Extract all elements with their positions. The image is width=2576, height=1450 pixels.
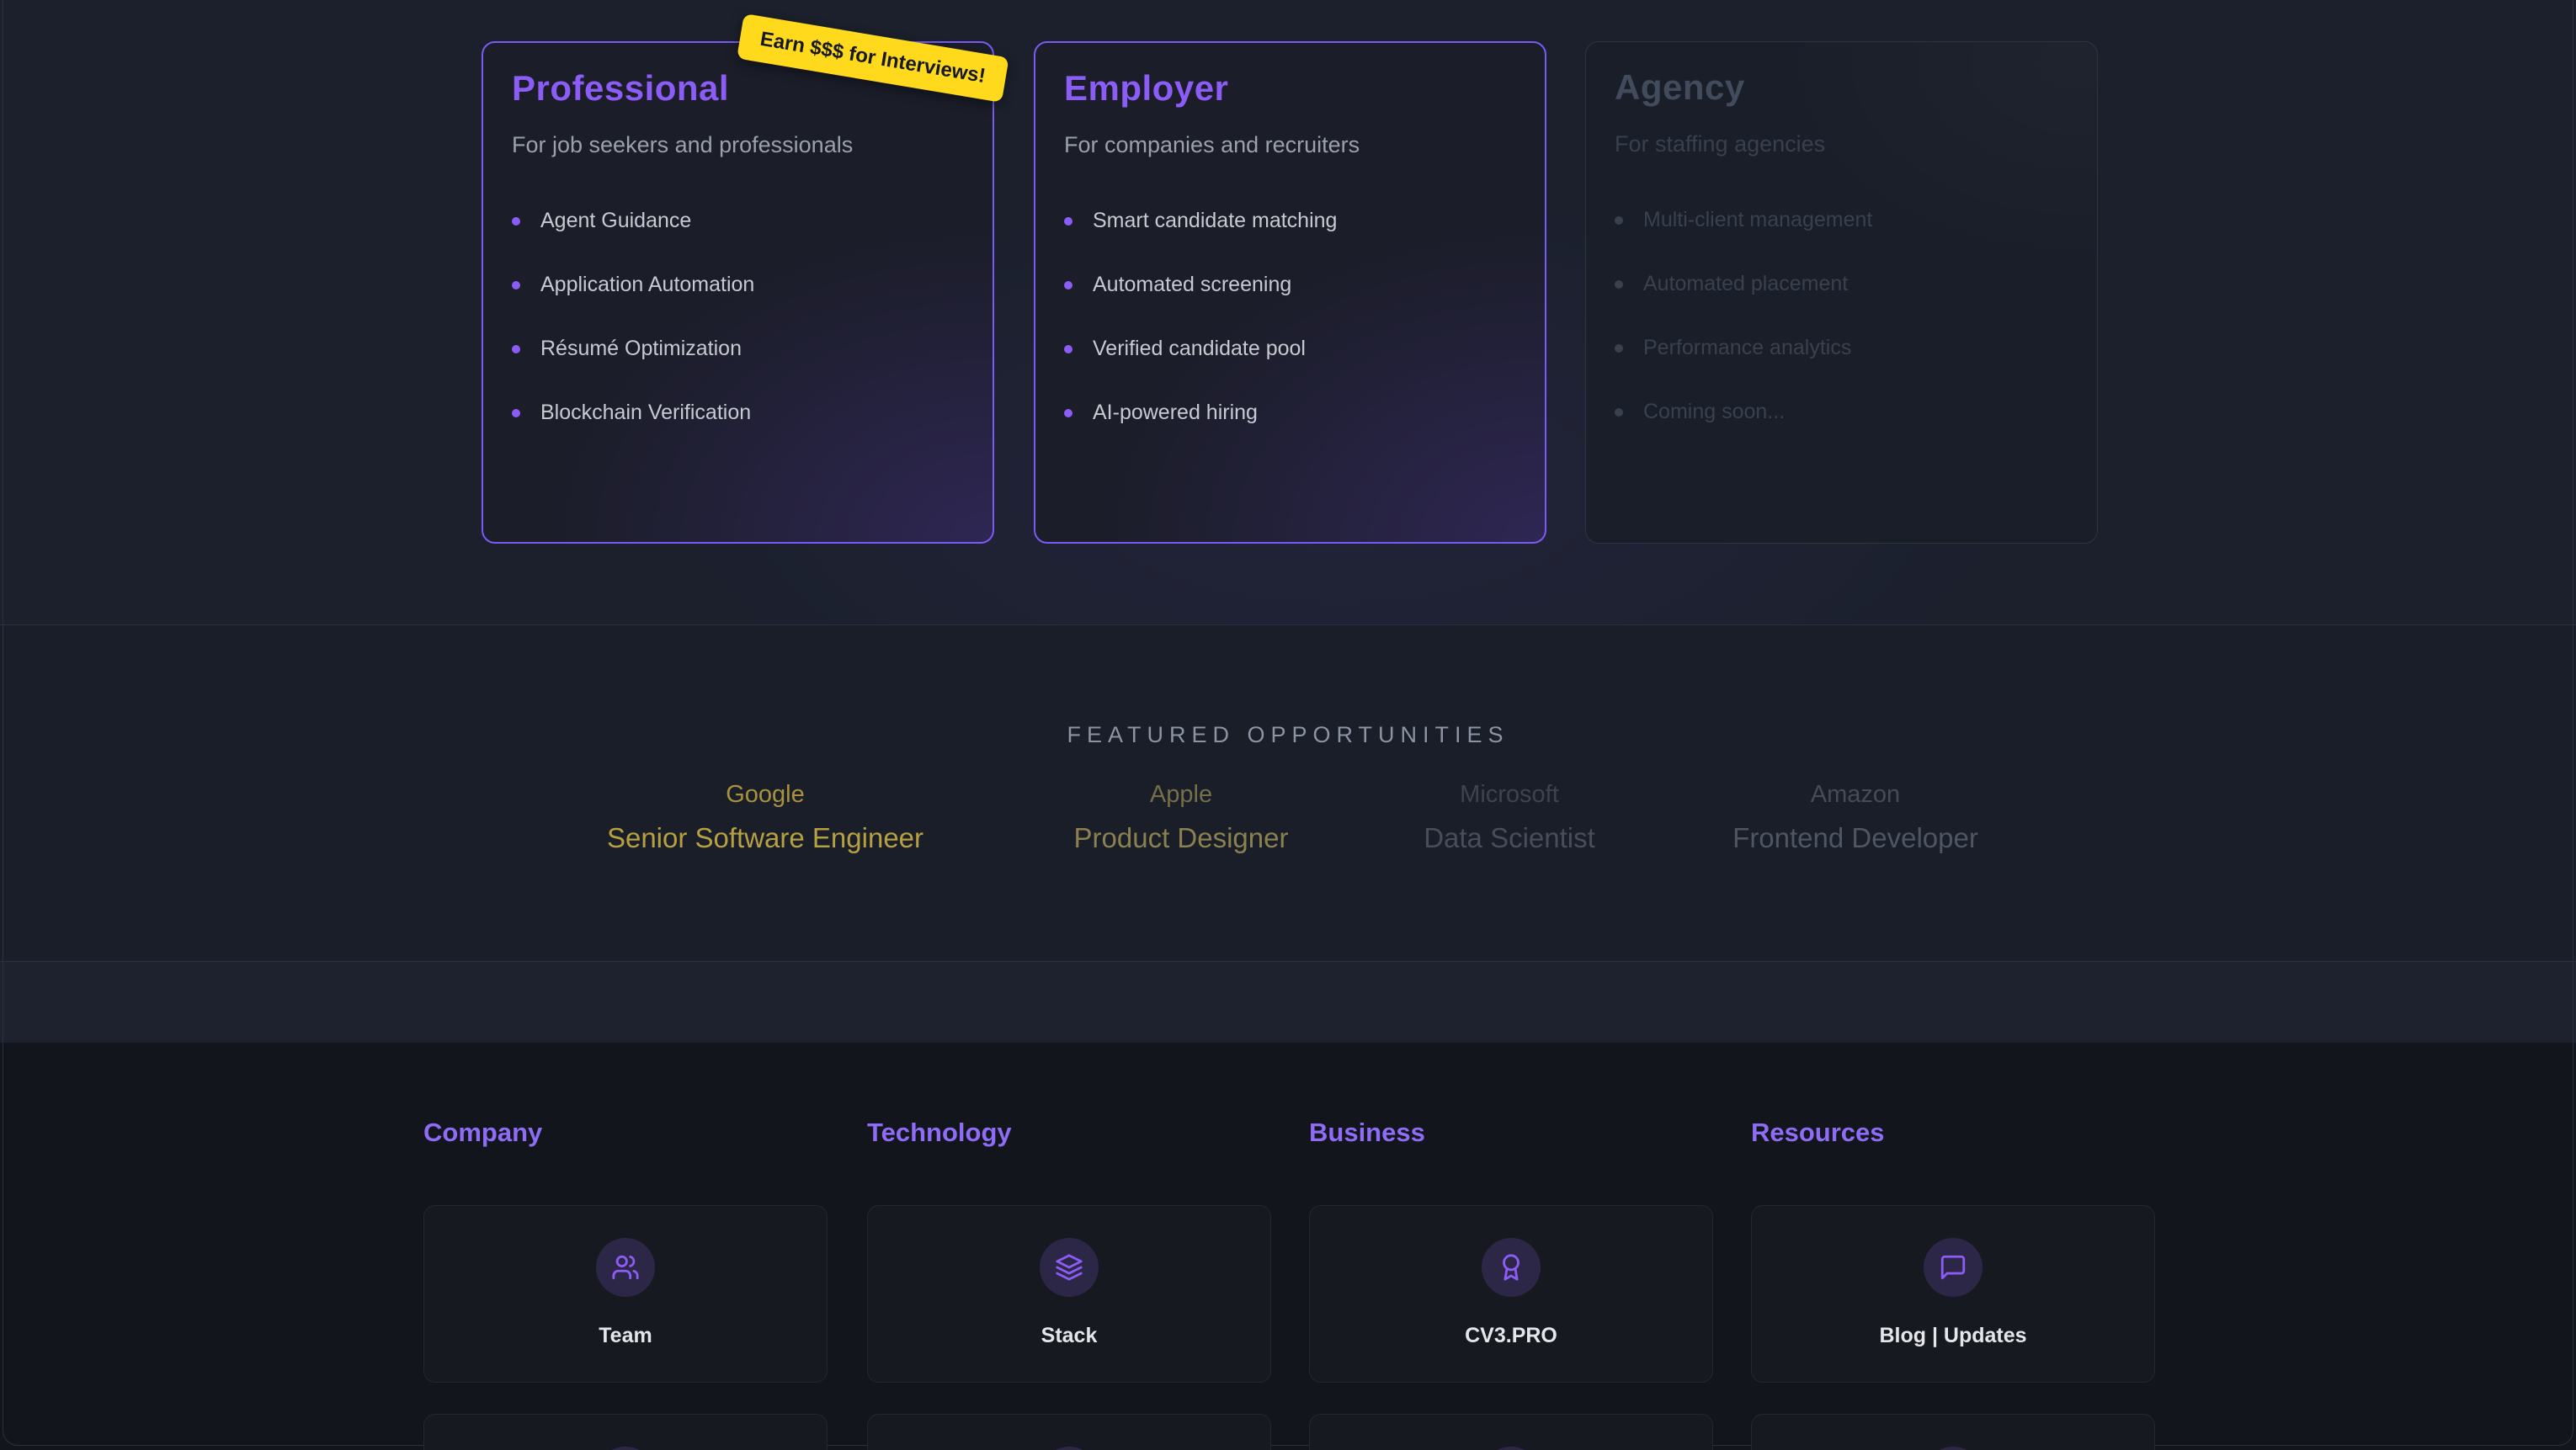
plan-title: Employer (1064, 68, 1516, 109)
feature-label: Performance analytics (1643, 336, 1851, 360)
footer-card-label: Blog | Updates (1879, 1324, 2026, 1348)
bullet-dot-icon (512, 345, 520, 353)
feature-item: Automated placement (1615, 272, 2068, 296)
job-company: Apple (1074, 781, 1289, 809)
feature-item: Automated screening (1064, 273, 1516, 297)
feature-item: Application Automation (512, 273, 964, 297)
footer-heading-company: Company (423, 1118, 542, 1148)
job-company: Google (607, 781, 923, 809)
plan-subtitle: For companies and recruiters (1064, 132, 1516, 158)
landing-page: Professional For job seekers and profess… (0, 0, 2576, 1450)
plan-subtitle: For job seekers and professionals (512, 132, 964, 158)
feature-item: AI-powered hiring (1064, 401, 1516, 425)
bullet-dot-icon (1615, 216, 1623, 225)
footer-card-partial[interactable] (1751, 1414, 2155, 1450)
footer-card-label: CV3.PRO (1465, 1324, 1557, 1348)
job-company: Amazon (1732, 781, 1978, 809)
plan-card-employer[interactable]: Employer For companies and recruiters Sm… (1034, 41, 1546, 544)
bullet-dot-icon (1064, 281, 1072, 289)
spacer-band (0, 961, 2576, 1043)
feature-item: Multi-client management (1615, 208, 2068, 232)
bullet-dot-icon (1064, 345, 1072, 353)
footer-card-partial[interactable] (1309, 1414, 1713, 1450)
plan-card-agency: Agency For staffing agencies Multi-clien… (1585, 41, 2098, 544)
plan-title: Agency (1615, 67, 2068, 108)
feature-label: AI-powered hiring (1093, 401, 1258, 425)
feature-label: Blockchain Verification (540, 401, 751, 425)
footer-card-partial[interactable] (423, 1414, 828, 1450)
feature-item: Performance analytics (1615, 336, 2068, 360)
job-company: Microsoft (1424, 781, 1595, 809)
feature-item: Smart candidate matching (1064, 209, 1516, 233)
footer-heading-business: Business (1309, 1118, 1425, 1148)
footer-card-label: Team (599, 1324, 652, 1348)
feature-label: Automated placement (1643, 272, 1848, 296)
message-icon (1924, 1238, 1983, 1297)
feature-label: Coming soon... (1643, 400, 1785, 424)
plan-feature-list: Agent Guidance Application Automation Ré… (512, 209, 964, 425)
featured-job[interactable]: Amazon Frontend Developer (1732, 781, 1978, 854)
layers-icon (1040, 1238, 1099, 1297)
bullet-dot-icon (1615, 344, 1623, 353)
footer-card-team[interactable]: Team (423, 1205, 828, 1383)
bullet-dot-icon (512, 281, 520, 289)
footer-card-label: Stack (1041, 1324, 1098, 1348)
plan-feature-list: Multi-client management Automated placem… (1615, 208, 2068, 424)
bullet-dot-icon (512, 217, 520, 226)
footer-section-background (0, 1043, 2576, 1450)
footer-card-blog[interactable]: Blog | Updates (1751, 1205, 2155, 1383)
users-icon (596, 1238, 655, 1297)
featured-job[interactable]: Microsoft Data Scientist (1424, 781, 1595, 854)
feature-item: Résumé Optimization (512, 337, 964, 361)
footer-card-stack[interactable]: Stack (867, 1205, 1271, 1383)
hidden-icon (1482, 1447, 1541, 1450)
job-title: Frontend Developer (1732, 822, 1978, 854)
featured-job[interactable]: Google Senior Software Engineer (607, 781, 923, 854)
bullet-dot-icon (1064, 217, 1072, 226)
award-icon (1482, 1238, 1541, 1297)
plan-feature-list: Smart candidate matching Automated scree… (1064, 209, 1516, 425)
feature-label: Multi-client management (1643, 208, 1872, 232)
feature-item: Verified candidate pool (1064, 337, 1516, 361)
bullet-dot-icon (512, 409, 520, 417)
bullet-dot-icon (1064, 409, 1072, 417)
job-title: Data Scientist (1424, 822, 1595, 854)
feature-label: Application Automation (540, 273, 754, 297)
footer-heading-technology: Technology (867, 1118, 1012, 1148)
hidden-icon (596, 1447, 655, 1450)
feature-label: Agent Guidance (540, 209, 691, 233)
feature-label: Smart candidate matching (1093, 209, 1337, 233)
featured-job[interactable]: Apple Product Designer (1074, 781, 1289, 854)
feature-item: Coming soon... (1615, 400, 2068, 424)
feature-item: Blockchain Verification (512, 401, 964, 425)
footer-card-cv3pro[interactable]: CV3.PRO (1309, 1205, 1713, 1383)
footer-heading-resources: Resources (1751, 1118, 1885, 1148)
plan-card-professional[interactable]: Professional For job seekers and profess… (482, 41, 994, 544)
bullet-dot-icon (1615, 408, 1623, 417)
hidden-icon (1040, 1447, 1099, 1450)
feature-label: Verified candidate pool (1093, 337, 1306, 361)
bullet-dot-icon (1615, 280, 1623, 289)
feature-item: Agent Guidance (512, 209, 964, 233)
footer-card-partial[interactable] (867, 1414, 1271, 1450)
feature-label: Automated screening (1093, 273, 1291, 297)
job-title: Senior Software Engineer (607, 822, 923, 854)
plan-subtitle: For staffing agencies (1615, 131, 2068, 157)
feature-label: Résumé Optimization (540, 337, 742, 361)
job-title: Product Designer (1074, 822, 1289, 854)
featured-opportunities-heading: FEATURED OPPORTUNITIES (0, 722, 2576, 748)
hidden-icon (1924, 1447, 1983, 1450)
